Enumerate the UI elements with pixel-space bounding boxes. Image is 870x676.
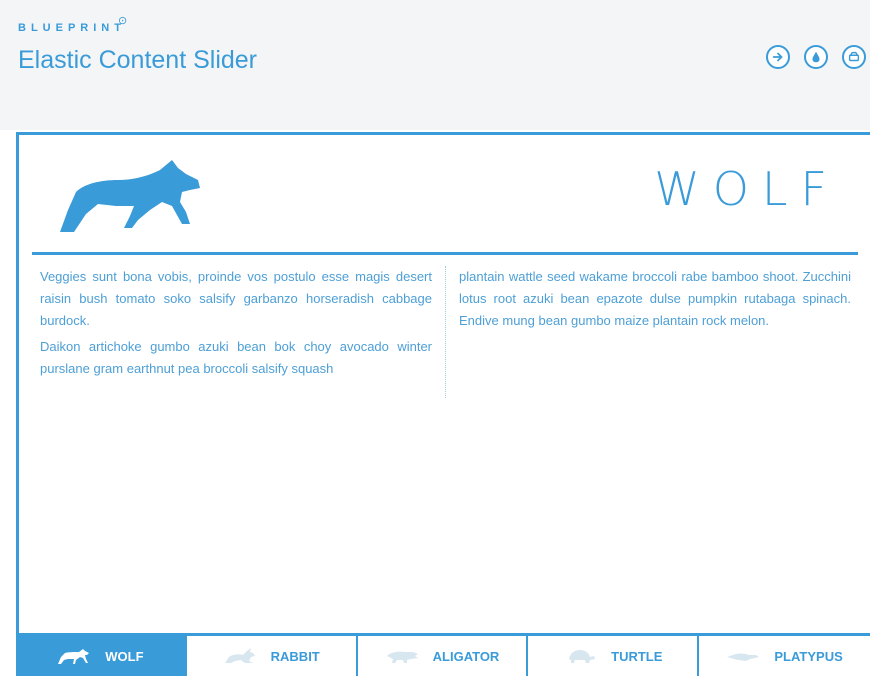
- tab-label: TURTLE: [611, 648, 663, 664]
- tab-turtle[interactable]: TURTLE: [528, 636, 700, 676]
- slide-paragraph: Veggies sunt bona vobis, proinde vos pos…: [40, 269, 432, 328]
- archive-circle-icon: [848, 51, 860, 62]
- alligator-icon: [386, 651, 418, 663]
- header: BLUEPRINT ⊙ Elastic Content Slider: [0, 0, 870, 100]
- slide-paragraph: Daikon artichoke gumbo azuki bean bok ch…: [40, 339, 432, 376]
- slider-tabs: WOLF RABBIT ALIGATOR TURTLE PLATYPUS: [16, 633, 870, 676]
- platypus-icon: [727, 653, 760, 661]
- wolf-icon: [58, 649, 90, 664]
- tab-rabbit[interactable]: RABBIT: [187, 636, 358, 676]
- drop-button[interactable]: [804, 45, 828, 69]
- brand-mark: ⊙: [118, 15, 128, 27]
- archive-button[interactable]: [842, 45, 866, 69]
- slide-text-left: Veggies sunt bona vobis, proinde vos pos…: [40, 266, 432, 384]
- turtle-icon: [569, 650, 596, 663]
- wolf-illustration: [60, 160, 200, 232]
- page-title: Elastic Content Slider: [18, 46, 258, 74]
- slide-title: WOLF: [654, 162, 840, 216]
- tab-platypus[interactable]: PLATYPUS: [699, 636, 870, 676]
- column-separator: [445, 266, 446, 398]
- tab-wolf[interactable]: WOLF: [16, 636, 187, 676]
- slide-text-right: plantain wattle seed wakame broccoli rab…: [459, 266, 851, 336]
- brand-name: BLUEPRINT: [18, 22, 126, 34]
- tab-label: PLATYPUS: [774, 648, 843, 664]
- next-demo-button[interactable]: [766, 45, 790, 69]
- arrow-right-circle-icon: [772, 52, 783, 62]
- hero-divider: [32, 252, 858, 255]
- slide-paragraph: plantain wattle seed wakame broccoli rab…: [459, 269, 851, 328]
- page: BLUEPRINT ⊙ Elastic Content Slider WOLF …: [0, 0, 870, 676]
- tab-aligator[interactable]: ALIGATOR: [358, 636, 529, 676]
- tab-label: ALIGATOR: [432, 648, 500, 664]
- rabbit-icon: [224, 648, 255, 663]
- tab-label: WOLF: [105, 648, 144, 664]
- tab-label: RABBIT: [270, 648, 320, 664]
- drop-circle-icon: [812, 51, 820, 63]
